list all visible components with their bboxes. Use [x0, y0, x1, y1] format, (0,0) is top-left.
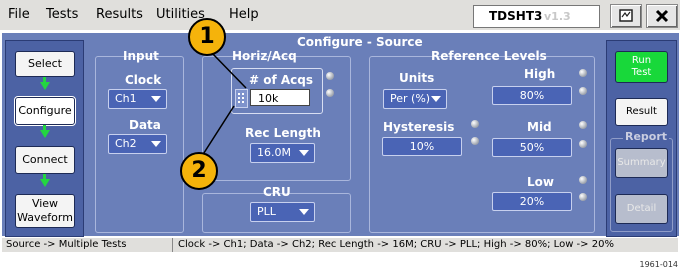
status-divider	[172, 238, 173, 252]
callout-2: 2	[180, 152, 218, 190]
callout-1: 1	[188, 18, 226, 56]
status-right: Clock -> Ch1; Data -> Ch2; Rec Length ->…	[178, 239, 614, 250]
status-left: Source -> Multiple Tests	[6, 239, 127, 250]
figure-number: 1961-014	[639, 260, 678, 269]
callout-lines	[201, 51, 247, 157]
status-bar: Source -> Multiple Tests Clock -> Ch1; D…	[2, 238, 678, 252]
